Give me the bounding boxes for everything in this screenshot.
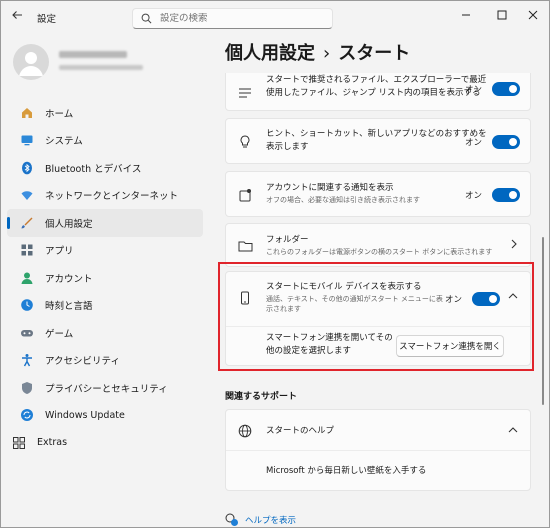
list-lines-icon [237,85,253,101]
sidebar-item-label: プライバシーとセキュリティ [45,383,168,395]
account-notifications-toggle-group[interactable]: オン [465,188,520,202]
sidebar-item-time-language[interactable]: 時刻と言語 [7,292,203,320]
network-icon [19,187,35,203]
sidebar-item-apps[interactable]: アプリ [7,237,203,265]
minimize-icon[interactable] [449,1,483,29]
account-icon [19,270,35,286]
chevron-right-icon[interactable] [510,239,518,252]
wallpaper-link[interactable]: Microsoft から毎日新しい壁紙を入手する [266,465,426,478]
user-email-blurred [59,65,143,70]
setting-account-notifications[interactable]: アカウントに関連する通知を表示 オフの場合、必要な通知は引き続き表示されます オ… [225,171,531,217]
time-language-icon [19,297,35,313]
title-bar: 設定 [1,1,549,33]
sidebar-item-extras[interactable]: Extras [7,429,203,457]
sidebar-item-personalization[interactable]: 個人用設定 [7,209,203,237]
sidebar-item-accessibility[interactable]: アクセシビリティ [7,347,203,375]
sidebar-item-windows-update[interactable]: Windows Update [7,402,203,430]
page-title: スタート [338,43,411,64]
highlight-annotation-box [218,262,534,371]
bluetooth-icon [19,160,35,176]
setting-label: ヒント、ショートカット、新しいアプリなどのおすすめを 表示します [266,129,487,152]
sidebar-item-accounts[interactable]: アカウント [7,264,203,292]
sidebar-item-gaming[interactable]: ゲーム [7,319,203,347]
avatar[interactable] [13,44,49,80]
sidebar-item-label: ゲーム [45,328,74,340]
home-icon [19,105,35,121]
setting-label: フォルダー これらのフォルダーは電源ボタンの横のスタート ボタンに表示されます [266,235,493,256]
get-help-link[interactable]: ヘルプを表示 [245,514,296,526]
divider [226,450,530,451]
recommended-files-toggle[interactable] [492,82,520,96]
scrollbar-thumb[interactable] [542,237,544,405]
user-name-blurred [59,51,127,58]
sidebar-item-label: システム [45,136,83,148]
back-arrow-icon[interactable] [11,9,27,25]
sidebar-nav: ホーム システム Bluetooth とデバイス ネットワークとインターネット … [7,99,203,457]
sidebar-item-label: アプリ [45,246,74,258]
extras-grid-icon [11,435,27,451]
apps-icon [19,242,35,258]
privacy-shield-icon [19,380,35,396]
sidebar-item-label: 時刻と言語 [45,301,93,313]
maximize-icon[interactable] [485,1,519,29]
globe-icon [237,423,253,439]
breadcrumb-separator: › [323,43,331,64]
toggle-state-label: オン [464,138,482,148]
sidebar-item-privacy[interactable]: プライバシーとセキュリティ [7,374,203,402]
sidebar-item-label: Windows Update [45,409,125,421]
recommended-files-toggle-group[interactable]: オン [465,82,520,96]
sidebar-item-label: ホーム [45,108,74,120]
sidebar-item-label: ネットワークとインターネット [45,191,179,203]
personalization-icon [19,215,35,231]
folder-icon [237,238,253,254]
setting-tips[interactable]: ヒント、ショートカット、新しいアプリなどのおすすめを 表示します オン [225,118,531,164]
sidebar-item-bluetooth[interactable]: Bluetooth とデバイス [7,154,203,182]
sidebar-item-label: 個人用設定 [45,218,93,230]
setting-label: スタートで推奨されるファイル、エクスプローラーで最近 使用したファイル、ジャンプ… [266,75,487,98]
tips-toggle[interactable] [492,135,520,149]
toggle-state-label: オン [464,191,482,201]
lightbulb-icon [237,134,253,150]
search-icon [141,13,152,24]
search-box[interactable] [132,8,333,29]
account-notifications-toggle[interactable] [492,188,520,202]
sidebar-item-system[interactable]: システム [7,127,203,155]
sidebar-item-label: Bluetooth とデバイス [45,163,142,175]
system-icon [19,132,35,148]
search-input[interactable] [160,13,320,24]
sidebar-item-label: アカウント [45,273,93,285]
sidebar-item-network[interactable]: ネットワークとインターネット [7,182,203,210]
setting-label: アカウントに関連する通知を表示 オフの場合、必要な通知は引き続き表示されます [266,183,420,204]
sidebar-item-label: アクセシビリティ [45,356,120,368]
sidebar-item-label: Extras [37,437,68,449]
setting-recommended-files[interactable]: スタートで推奨されるファイル、エクスプローラーで最近 使用したファイル、ジャンプ… [225,73,531,111]
notification-square-icon [237,187,253,203]
windows-update-icon [19,407,35,423]
setting-folders[interactable]: フォルダー これらのフォルダーは電源ボタンの横のスタート ボタンに表示されます [225,223,531,267]
gaming-icon [19,325,35,341]
related-support-heading: 関連するサポート [225,392,298,402]
accessibility-icon [19,352,35,368]
chevron-up-icon[interactable] [508,426,518,437]
toggle-state-label: オン [464,85,482,95]
help-title: スタートのヘルプ [266,426,335,436]
app-title: 設定 [37,14,57,25]
breadcrumb: 個人用設定 › スタート [225,39,410,65]
support-help-card[interactable]: スタートのヘルプ Microsoft から毎日新しい壁紙を入手する [225,409,531,491]
get-help-row[interactable]: ヘルプを表示 [225,513,296,527]
help-bubble-icon [225,513,239,527]
close-icon[interactable] [516,1,549,29]
settings-window: 設定 ホーム システム Bluetooth とデバイス [0,0,550,528]
sidebar-item-home[interactable]: ホーム [7,99,203,127]
breadcrumb-parent[interactable]: 個人用設定 [225,43,315,64]
tips-toggle-group[interactable]: オン [465,135,520,149]
